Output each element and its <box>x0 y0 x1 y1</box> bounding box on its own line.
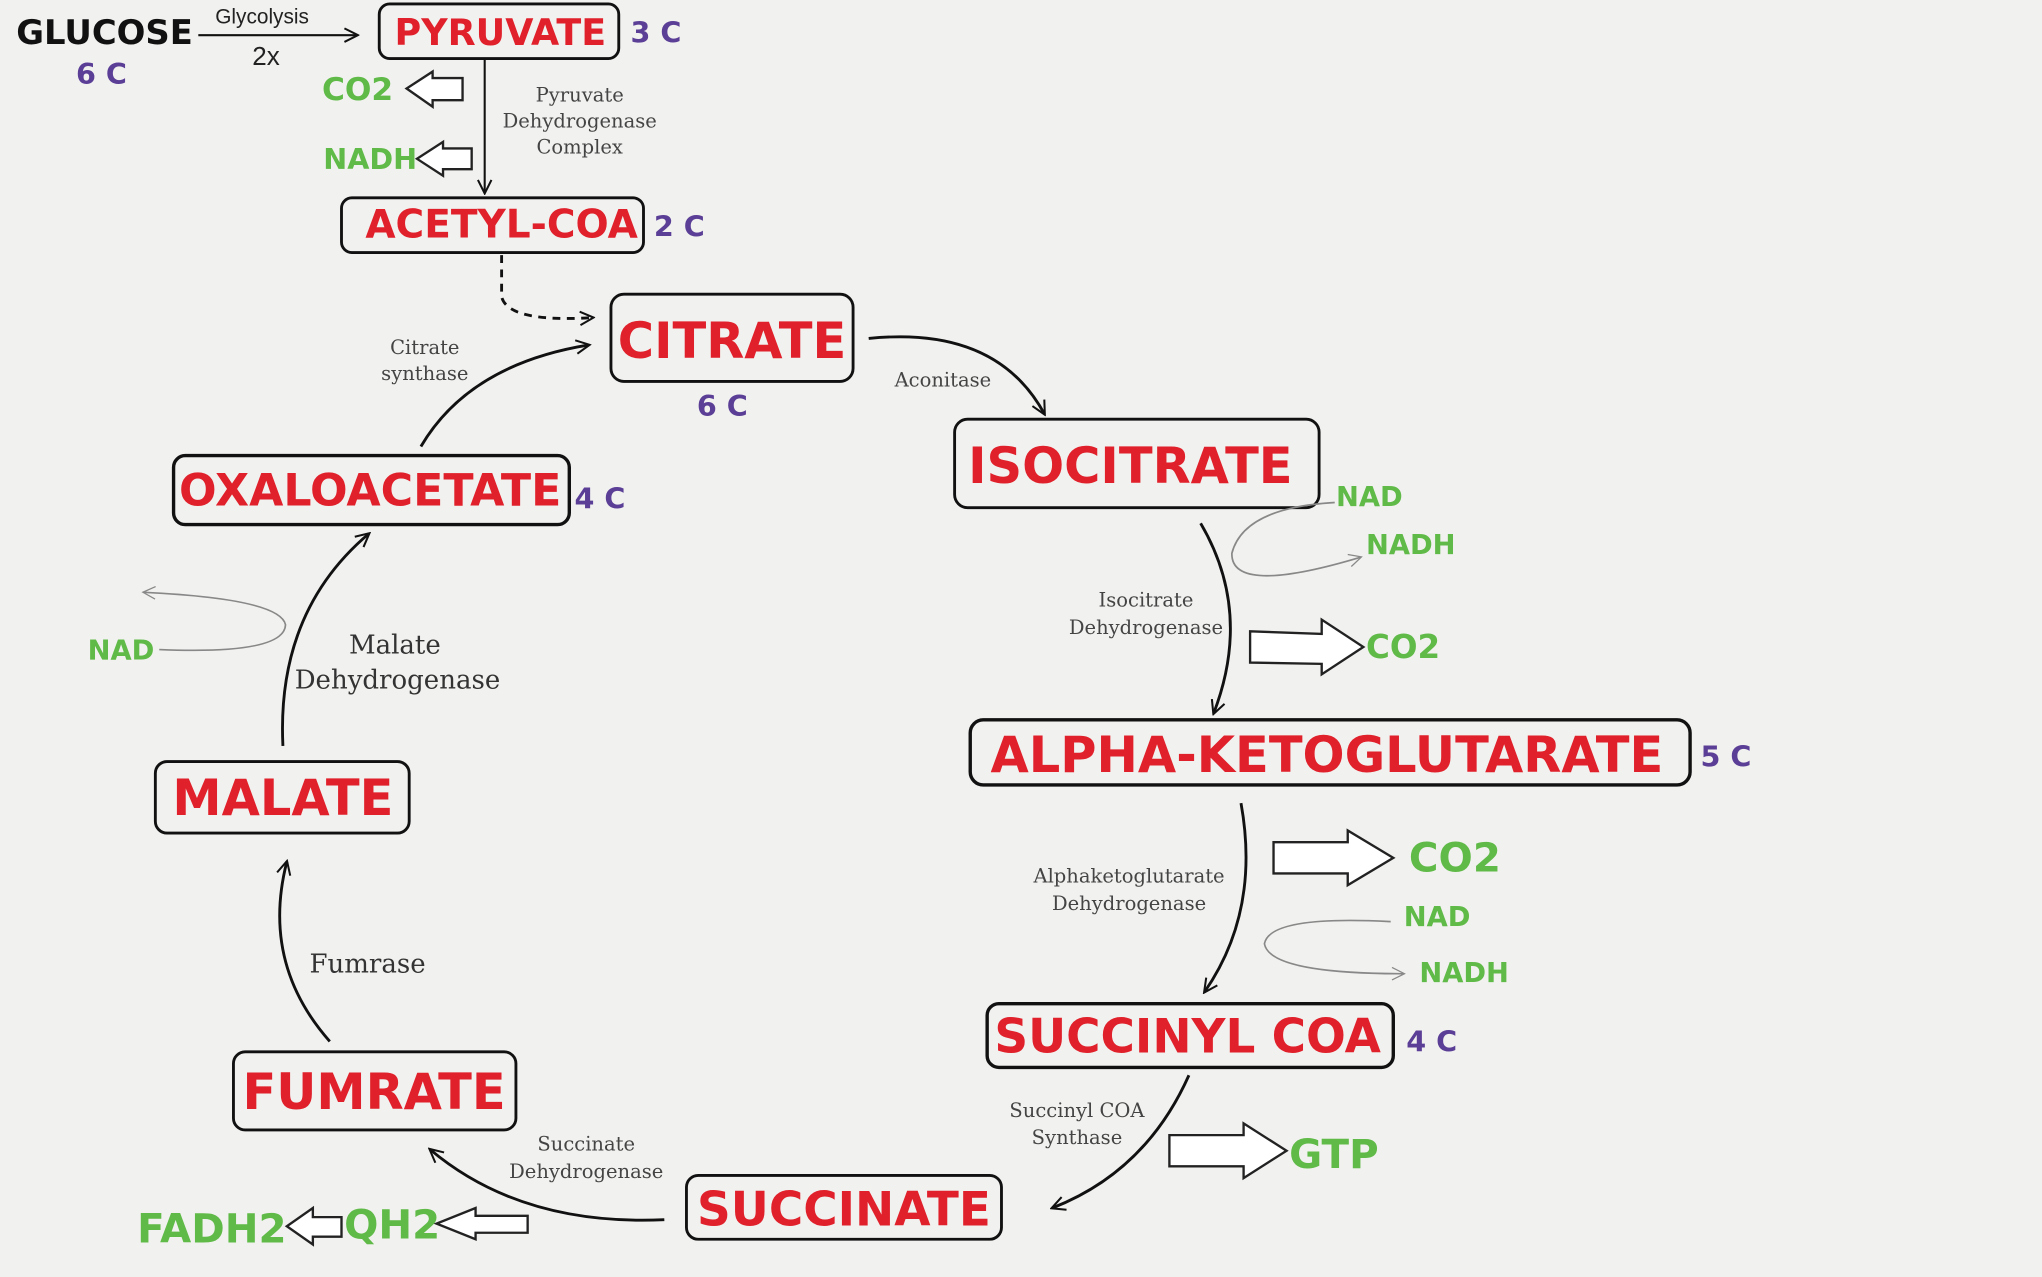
akg-nad: NAD <box>1404 902 1471 933</box>
akg-co2-arrow <box>1272 828 1396 888</box>
akg-nadh: NADH <box>1419 958 1509 989</box>
acetyl-coa-label: ACETYL-COA <box>365 203 638 248</box>
co2-release-arrow <box>404 69 464 109</box>
succinyl-coa-label: SUCCINYL COA <box>994 1010 1381 1064</box>
scs-enzyme-label: Succinyl COA Synthase <box>1009 1099 1145 1149</box>
idh-nad: NAD <box>1336 482 1403 513</box>
fadh2-arrow <box>284 1205 343 1247</box>
idh-enzyme-label: Isocitrate Dehydrogenase <box>1069 589 1223 639</box>
glucose-label: GLUCOSE <box>16 13 193 52</box>
acetyl-to-citrate-arrow <box>500 255 593 318</box>
idh-co2: CO2 <box>1366 628 1440 666</box>
mdh-nad-curve <box>141 586 287 652</box>
qh2-arrow <box>433 1206 529 1241</box>
citrate-synthase-arrow <box>419 345 589 448</box>
alpha-ketoglutarate-carbons: 5 C <box>1701 739 1752 773</box>
oxaloacetate-carbons: 4 C <box>575 482 626 516</box>
acetyl-coa-carbons: 2 C <box>654 210 705 244</box>
pyruvate-carbons: 3 C <box>630 16 681 50</box>
oxaloacetate-label: OXALOACETATE <box>179 465 561 516</box>
glycolysis-label: Glycolysis <box>215 5 309 28</box>
isocitrate-label: ISOCITRATE <box>968 437 1293 495</box>
akg-nad-curve <box>1263 919 1406 981</box>
gtp: GTP <box>1289 1131 1378 1178</box>
krebs-cycle-diagram: GLUCOSE 6 C Glycolysis 2x PYRUVATE 3 C P… <box>16 2 1752 1252</box>
idh-co2-arrow <box>1248 617 1366 677</box>
fumarate-label: FUMRATE <box>242 1063 505 1121</box>
succinyl-coa-carbons: 4 C <box>1406 1024 1457 1058</box>
fadh2: FADH2 <box>137 1205 286 1252</box>
qh2: QH2 <box>344 1201 440 1248</box>
pdc-enzyme-label: Pyruvate Dehydrogenase Complex <box>503 84 657 159</box>
akgdh-enzyme-label: Alphaketoglutarate Dehydrogenase <box>1032 865 1224 915</box>
mdh-enzyme-label: Malate Dehydrogenase <box>295 630 501 695</box>
akgdh-arrow <box>1205 802 1248 992</box>
fumarase-label: Fumrase <box>309 949 425 979</box>
citrate-carbons: 6 C <box>697 389 748 423</box>
nadh-release-arrow <box>414 139 473 178</box>
malate-label: MALATE <box>172 769 393 827</box>
gtp-arrow <box>1168 1121 1289 1181</box>
multiplier-label: 2x <box>252 41 279 71</box>
mdh-nad: NAD <box>88 635 155 666</box>
akg-co2: CO2 <box>1409 834 1501 881</box>
pdc-co2: CO2 <box>322 72 393 108</box>
citrate-label: CITRATE <box>618 312 846 370</box>
alpha-ketoglutarate-label: ALPHA-KETOGLUTARATE <box>991 726 1664 784</box>
succinate-label: SUCCINATE <box>697 1184 991 1238</box>
sdh-enzyme-label: Succinate Dehydrogenase <box>509 1133 663 1183</box>
aconitase-label: Aconitase <box>894 369 992 392</box>
idh-nadh: NADH <box>1366 530 1456 561</box>
citrate-synthase-label: Citrate synthase <box>381 336 468 385</box>
pdc-nadh: NADH <box>323 142 417 176</box>
pyruvate-label: PYRUVATE <box>395 11 607 54</box>
idh-nad-curve <box>1231 501 1363 577</box>
glucose-carbons: 6 C <box>76 57 127 91</box>
